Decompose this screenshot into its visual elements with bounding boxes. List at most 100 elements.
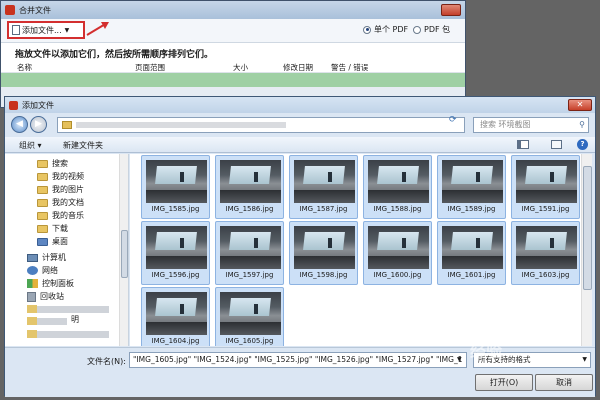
output-single-pdf-radio[interactable]: 单个 PDF [363, 24, 408, 35]
add-files-label: 添加文件... [22, 25, 62, 35]
view-options-icon[interactable] [517, 140, 529, 149]
nav-item-pictures[interactable]: 我的图片 [37, 184, 84, 195]
image-thumbnail [146, 160, 207, 203]
network-icon [27, 266, 38, 275]
file-tile[interactable]: IMG_1586.jpg [215, 155, 284, 219]
file-tile[interactable]: IMG_1600.jpg [363, 221, 432, 285]
file-name-label: IMG_1596.jpg [151, 271, 200, 279]
new-folder-button[interactable]: 新建文件夹 [63, 140, 103, 151]
dialog-titlebar: 添加文件 [5, 97, 595, 113]
dialog-footer: 文件名(N): "IMG_1605.jpg" "IMG_1524.jpg" "I… [5, 347, 595, 397]
cancel-button[interactable]: 取消 [535, 374, 593, 391]
nav-label: 我的音乐 [52, 211, 84, 220]
add-files-dialog: 添加文件 ✕ ◀ ▶ ⟳ 搜索 环境截图 ⚲ 组织 ▾ 新建文件夹 ? 搜索 我… [4, 96, 596, 397]
filename-input[interactable]: "IMG_1605.jpg" "IMG_1524.jpg" "IMG_1525.… [129, 352, 467, 368]
nav-label: 下载 [52, 224, 68, 233]
help-icon[interactable]: ? [577, 139, 588, 150]
dialog-title: 添加文件 [22, 100, 54, 110]
file-grid: IMG_1585.jpg IMG_1586.jpg IMG_1587.jpg IMG_… [130, 154, 581, 346]
file-name-label: IMG_1603.jpg [521, 271, 570, 279]
blurred-nav-item[interactable] [27, 330, 109, 338]
chevron-down-icon[interactable]: ▼ [457, 356, 462, 363]
image-thumbnail [146, 226, 207, 269]
column-warnings[interactable]: 警告 / 错误 [331, 62, 368, 73]
command-bar: 组织 ▾ 新建文件夹 ? [5, 137, 595, 153]
combine-toolbar: 添加文件... ▼ 单个 PDF PDF 包 [1, 19, 465, 43]
file-name-label: IMG_1589.jpg [447, 205, 496, 213]
search-input[interactable]: 搜索 环境截图 ⚲ [473, 117, 589, 133]
nav-item-ming[interactable]: 明 [71, 314, 79, 325]
image-thumbnail [368, 226, 429, 269]
column-modified-date[interactable]: 修改日期 [283, 62, 313, 73]
image-thumbnail [442, 226, 503, 269]
files-scrollbar[interactable] [581, 154, 592, 346]
address-row: ◀ ▶ ⟳ 搜索 环境截图 ⚲ [5, 114, 595, 136]
blurred-nav-item[interactable] [27, 317, 67, 325]
add-files-button[interactable]: 添加文件... ▼ [7, 21, 85, 39]
organize-button[interactable]: 组织 ▾ [19, 140, 42, 151]
column-page-range[interactable]: 页面范围 [135, 62, 165, 73]
open-button[interactable]: 打开(O) [475, 374, 533, 391]
file-name-label: IMG_1598.jpg [299, 271, 348, 279]
file-tile[interactable]: IMG_1604.jpg [141, 287, 210, 346]
forward-button[interactable]: ▶ [30, 116, 47, 133]
column-size[interactable]: 大小 [233, 62, 248, 73]
nav-item-desktop[interactable]: 桌面 [37, 236, 68, 247]
file-tile[interactable]: IMG_1589.jpg [437, 155, 506, 219]
combine-window-titlebar: 合并文件 [1, 1, 465, 19]
file-name-label: IMG_1588.jpg [373, 205, 422, 213]
image-thumbnail [516, 160, 577, 203]
nav-label: 我的文档 [52, 198, 84, 207]
computer-icon [27, 253, 38, 262]
nav-item-music[interactable]: 我的音乐 [37, 210, 84, 221]
back-button[interactable]: ◀ [11, 116, 28, 133]
file-name-label: IMG_1585.jpg [151, 205, 200, 213]
chevron-down-icon: ▼ [582, 356, 587, 363]
file-name-label: IMG_1605.jpg [225, 337, 274, 345]
nav-item-documents[interactable]: 我的文档 [37, 197, 84, 208]
file-tile[interactable]: IMG_1596.jpg [141, 221, 210, 285]
nav-item-recycle-bin[interactable]: 回收站 [27, 291, 64, 302]
nav-item-downloads[interactable]: 下载 [37, 223, 68, 234]
nav-label: 计算机 [42, 253, 66, 262]
file-tile[interactable]: IMG_1597.jpg [215, 221, 284, 285]
nav-label: 搜索 [52, 159, 68, 168]
combine-window-close-button[interactable] [441, 4, 461, 16]
nav-item-control-panel[interactable]: 控制面板 [27, 278, 74, 289]
output-pdf-package-radio[interactable]: PDF 包 [413, 24, 450, 35]
refresh-icon[interactable]: ⟳ [449, 115, 463, 127]
nav-label: 桌面 [52, 237, 68, 246]
image-thumbnail [516, 226, 577, 269]
file-tile[interactable]: IMG_1585.jpg [141, 155, 210, 219]
nav-item-computer[interactable]: 计算机 [27, 252, 66, 263]
nav-item-videos[interactable]: 我的视频 [37, 171, 84, 182]
preview-pane-icon[interactable] [551, 140, 562, 149]
nav-label: 网络 [42, 266, 58, 275]
files-scroll-thumb[interactable] [583, 166, 592, 290]
nav-scroll-thumb[interactable] [121, 230, 128, 278]
nav-scrollbar[interactable] [119, 154, 128, 346]
watermark-text: 经验 [470, 342, 503, 361]
blurred-nav-item[interactable] [27, 305, 109, 313]
nav-item-network[interactable]: 网络 [27, 265, 58, 276]
folder-icon [37, 198, 48, 207]
file-tile[interactable]: IMG_1591.jpg [511, 155, 580, 219]
file-tile[interactable]: IMG_1601.jpg [437, 221, 506, 285]
file-tile[interactable]: IMG_1605.jpg [215, 287, 284, 346]
file-tile[interactable]: IMG_1603.jpg [511, 221, 580, 285]
recycle-bin-icon [27, 291, 36, 302]
dialog-close-button[interactable]: ✕ [568, 99, 592, 111]
file-tile[interactable]: IMG_1587.jpg [289, 155, 358, 219]
column-name[interactable]: 名称 [17, 62, 32, 73]
file-tile[interactable]: IMG_1598.jpg [289, 221, 358, 285]
desktop-icon [37, 237, 48, 246]
nav-item-search[interactable]: 搜索 [37, 158, 68, 169]
file-list-area[interactable] [1, 73, 465, 87]
file-name-label: IMG_1591.jpg [521, 205, 570, 213]
folder-icon [37, 224, 48, 233]
acrobat-icon [9, 100, 18, 110]
folder-icon [37, 159, 48, 168]
file-tile[interactable]: IMG_1588.jpg [363, 155, 432, 219]
address-bar[interactable] [57, 117, 465, 133]
folder-icon [62, 121, 72, 129]
